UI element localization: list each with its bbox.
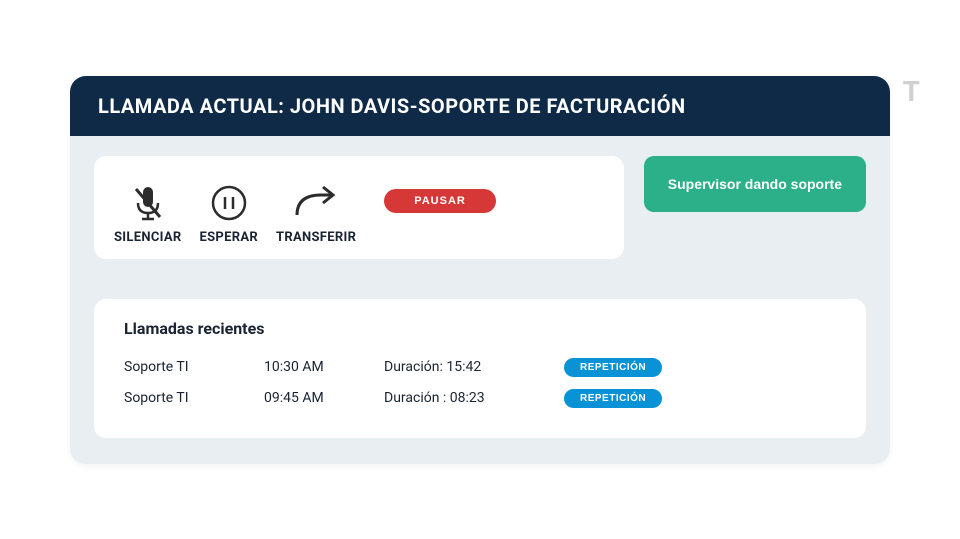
pause-circle-icon [204, 182, 254, 224]
header-title: LLAMADA ACTUAL: JOHN DAVIS-SOPORTE DE FA… [98, 94, 686, 118]
call-panel: LLAMADA ACTUAL: JOHN DAVIS-SOPORTE DE FA… [70, 76, 890, 464]
call-row: Soporte TI 09:45 AM Duración : 08:23 REP… [124, 383, 836, 414]
recent-title: Llamadas recientes [124, 319, 836, 338]
mute-icon [123, 182, 173, 224]
call-time: 10:30 AM [264, 359, 344, 375]
watermark-text: T [903, 75, 920, 108]
call-type: Soporte TI [124, 359, 224, 375]
call-time: 09:45 AM [264, 390, 344, 406]
controls-card: SILENCIAR ESPERAR [94, 156, 624, 259]
repeat-button[interactable]: REPETICIÓN [564, 358, 662, 377]
mute-control[interactable]: SILENCIAR [114, 182, 182, 245]
transfer-label: TRANSFERIR [276, 230, 356, 245]
recent-card: Llamadas recientes Soporte TI 10:30 AM D… [94, 299, 866, 438]
mute-label: SILENCIAR [114, 230, 182, 245]
recent-section: Llamadas recientes Soporte TI 10:30 AM D… [70, 299, 890, 464]
pause-button[interactable]: PAUSAR [384, 189, 496, 213]
call-duration: Duración: 15:42 [384, 359, 524, 375]
panel-header: LLAMADA ACTUAL: JOHN DAVIS-SOPORTE DE FA… [70, 76, 890, 136]
transfer-arrow-icon [291, 182, 341, 224]
supervisor-button[interactable]: Supervisor dando soporte [644, 156, 866, 212]
transfer-control[interactable]: TRANSFERIR [276, 182, 356, 245]
hold-control[interactable]: ESPERAR [200, 182, 259, 245]
call-duration: Duración : 08:23 [384, 390, 524, 406]
hold-label: ESPERAR [200, 230, 259, 245]
repeat-button[interactable]: REPETICIÓN [564, 389, 662, 408]
call-row: Soporte TI 10:30 AM Duración: 15:42 REPE… [124, 352, 836, 383]
panel-content: SILENCIAR ESPERAR [70, 136, 890, 299]
call-type: Soporte TI [124, 390, 224, 406]
